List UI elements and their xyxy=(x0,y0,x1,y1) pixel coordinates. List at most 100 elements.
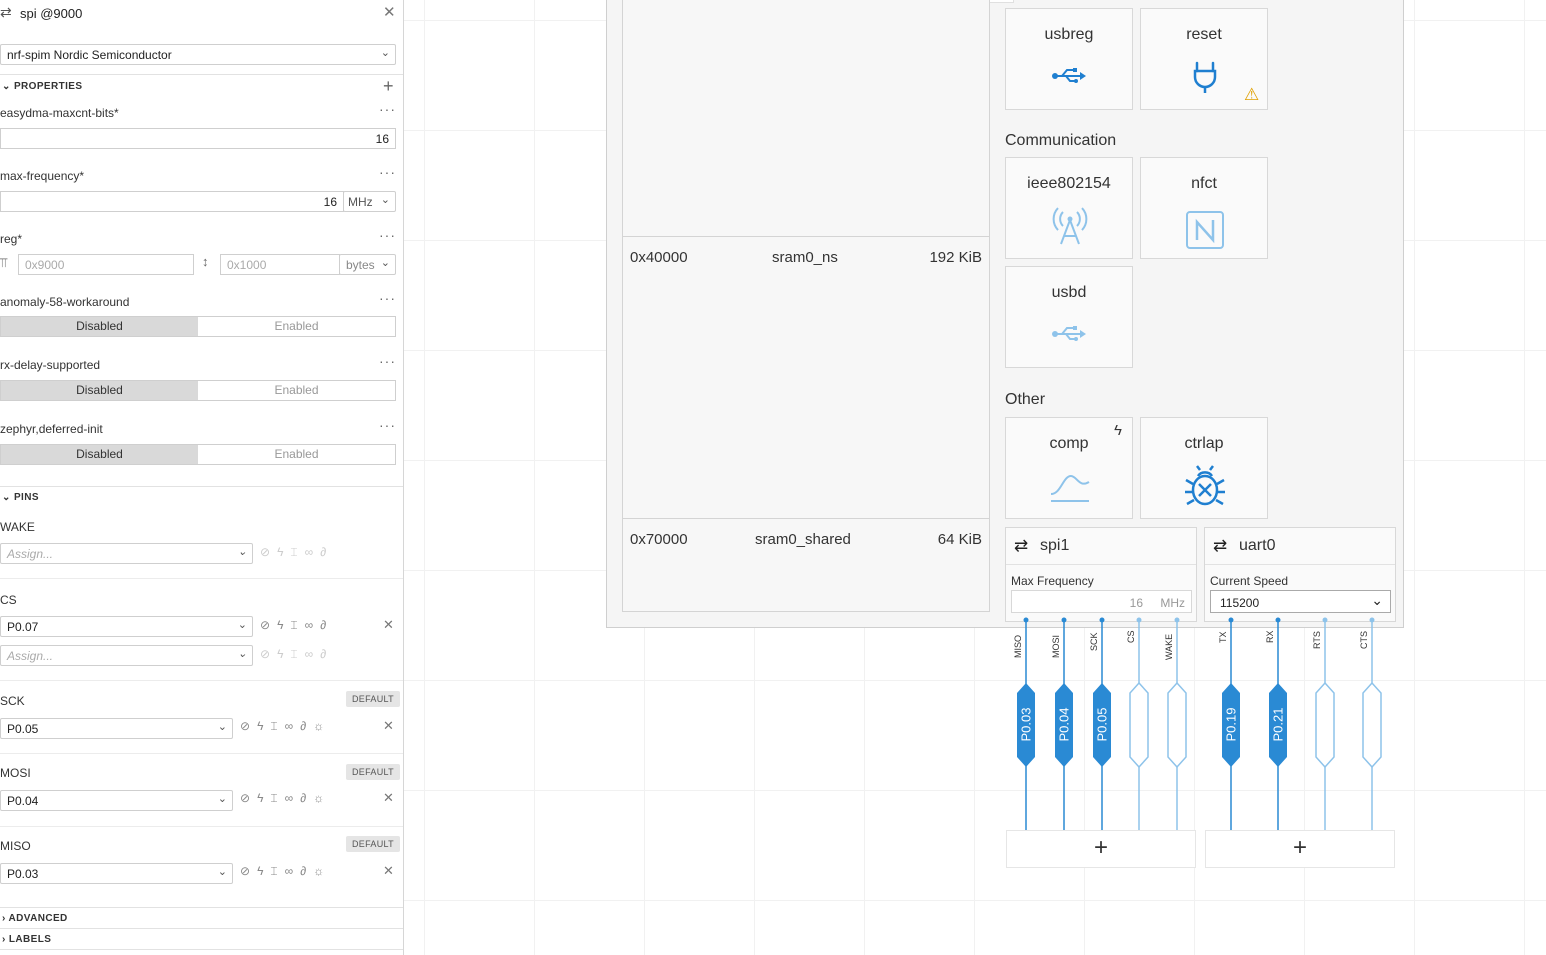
prop-label: rx-delay-supported xyxy=(0,358,101,372)
properties-section-toggle[interactable]: ⌄ PROPERTIES xyxy=(2,81,82,92)
disconnect-icon[interactable]: ⊘ xyxy=(260,647,270,662)
tile-comp[interactable]: comp ϟ xyxy=(1005,417,1133,519)
disconnect-icon[interactable]: ⊘ xyxy=(240,864,250,879)
default-badge: DEFAULT xyxy=(346,836,400,852)
drive-icon[interactable]: ∞ xyxy=(285,864,294,879)
lightning-icon[interactable]: ϟ xyxy=(277,545,283,560)
bulb-icon[interactable]: ☼ xyxy=(313,864,324,879)
pull-icon[interactable]: ⌶ xyxy=(290,618,297,633)
tile-nfct[interactable]: nfct xyxy=(1140,157,1268,259)
uart0-add-pin-button[interactable]: + xyxy=(1205,830,1395,868)
remove-pin-icon[interactable]: ✕ xyxy=(383,617,394,633)
max-frequency-input[interactable]: 16 xyxy=(0,191,344,212)
enabled-option[interactable]: Enabled xyxy=(198,317,395,336)
nfc-icon xyxy=(1186,211,1224,249)
lightning-icon[interactable]: ϟ xyxy=(277,618,283,633)
divider xyxy=(0,578,403,579)
link-icon[interactable]: ∂ xyxy=(300,791,306,806)
frequency-unit-select[interactable]: MHz ⌄ xyxy=(343,191,396,212)
link-icon[interactable]: ∂ xyxy=(300,719,306,734)
pull-icon[interactable]: ⌶ xyxy=(270,791,277,806)
link-icon[interactable]: ∂ xyxy=(300,864,306,879)
cs-pin-select[interactable]: P0.07 ⌄ xyxy=(0,616,253,637)
lightning-icon[interactable]: ϟ xyxy=(257,791,263,806)
wake-pin-select[interactable]: Assign... ⌄ xyxy=(0,543,253,564)
remove-pin-icon[interactable]: ✕ xyxy=(383,718,394,734)
pull-icon[interactable]: ⌶ xyxy=(270,864,277,879)
more-options-icon[interactable]: ··· xyxy=(379,353,396,369)
enabled-option[interactable]: Enabled xyxy=(198,445,395,464)
link-icon[interactable]: ∂ xyxy=(320,545,326,560)
memory-region-sram0-shared[interactable]: 0x70000 sram0_shared 64 KiB xyxy=(622,518,990,612)
tile-reset[interactable]: reset ⚠ xyxy=(1140,8,1268,110)
drive-icon[interactable]: ∞ xyxy=(305,618,314,633)
drive-icon[interactable]: ∞ xyxy=(285,719,294,734)
drive-icon[interactable]: ∞ xyxy=(285,791,294,806)
disconnect-icon[interactable]: ⊘ xyxy=(260,618,270,633)
tile-ctrlap[interactable]: ctrlap xyxy=(1140,417,1268,519)
swap-arrows-icon: ⇄ xyxy=(1213,536,1228,555)
remove-pin-icon[interactable]: ✕ xyxy=(383,863,394,879)
spi1-card[interactable]: ⇄ spi1 Max Frequency 16 MHz xyxy=(1005,527,1197,622)
add-property-icon[interactable]: + xyxy=(383,76,394,97)
disabled-option[interactable]: Disabled xyxy=(1,317,198,336)
pull-icon[interactable]: ⌶ xyxy=(270,719,277,734)
disconnect-icon[interactable]: ⊘ xyxy=(240,719,250,734)
pull-icon[interactable]: ⌶ xyxy=(290,545,297,560)
link-icon[interactable]: ∂ xyxy=(320,647,326,662)
more-options-icon[interactable]: ··· xyxy=(379,290,396,306)
uart0-speed-select[interactable]: 115200 ⌄ xyxy=(1210,590,1391,613)
compatible-select[interactable]: nrf-spim Nordic Semiconductor ⌄ xyxy=(0,44,396,65)
drive-icon[interactable]: ∞ xyxy=(305,545,314,560)
enabled-option[interactable]: Enabled xyxy=(198,381,395,400)
labels-section-toggle[interactable]: › LABELS xyxy=(2,934,51,945)
spi1-frequency-input[interactable]: 16 MHz xyxy=(1011,590,1192,613)
pins-section-toggle[interactable]: ⌄ PINS xyxy=(2,492,39,503)
easydma-input[interactable]: 16 xyxy=(0,128,396,149)
disabled-option[interactable]: Disabled xyxy=(1,381,198,400)
reg-address-input[interactable]: 0x9000 xyxy=(18,254,194,275)
tile-usbd[interactable]: usbd xyxy=(1005,266,1133,368)
link-icon[interactable]: ∂ xyxy=(320,618,326,633)
lightning-icon[interactable]: ϟ xyxy=(257,864,263,879)
disconnect-icon[interactable]: ⊘ xyxy=(260,545,270,560)
deferred-init-toggle[interactable]: Disabled Enabled xyxy=(0,444,396,465)
bulb-icon[interactable]: ☼ xyxy=(313,791,324,806)
pin-capsule-p019[interactable]: P0.19 xyxy=(1224,695,1239,755)
reg-size-input[interactable]: 0x1000 xyxy=(220,254,340,275)
close-panel-icon[interactable]: ✕ xyxy=(383,3,396,21)
disabled-option[interactable]: Disabled xyxy=(1,445,198,464)
pin-capsule-p004[interactable]: P0.04 xyxy=(1057,695,1072,755)
more-options-icon[interactable]: ··· xyxy=(379,417,396,433)
spi1-add-pin-button[interactable]: + xyxy=(1006,830,1196,868)
divider xyxy=(1006,564,1196,565)
uart0-card[interactable]: ⇄ uart0 Current Speed 115200 ⌄ xyxy=(1204,527,1396,622)
remove-pin-icon[interactable]: ✕ xyxy=(383,790,394,806)
advanced-section-toggle[interactable]: › ADVANCED xyxy=(2,913,68,924)
cs-pin-select-2[interactable]: Assign... ⌄ xyxy=(0,645,253,666)
lightning-icon[interactable]: ϟ xyxy=(257,719,263,734)
tile-usbreg[interactable]: usbreg xyxy=(1005,8,1133,110)
divider xyxy=(0,753,403,754)
miso-pin-select[interactable]: P0.03 ⌄ xyxy=(0,863,233,884)
pull-icon[interactable]: ⌶ xyxy=(290,647,297,662)
pin-capsule-p005[interactable]: P0.05 xyxy=(1095,695,1110,755)
bulb-icon[interactable]: ☼ xyxy=(313,719,324,734)
pin-capsule-p021[interactable]: P0.21 xyxy=(1271,695,1286,755)
sck-pin-select[interactable]: P0.05 ⌄ xyxy=(0,718,233,739)
disconnect-icon[interactable]: ⊘ xyxy=(240,791,250,806)
tile-ieee802154[interactable]: ieee802154 xyxy=(1005,157,1133,259)
lightning-icon[interactable]: ϟ xyxy=(277,647,283,662)
rx-delay-toggle[interactable]: Disabled Enabled xyxy=(0,380,396,401)
pin-capsule-p003[interactable]: P0.03 xyxy=(1019,695,1034,755)
anomaly-toggle[interactable]: Disabled Enabled xyxy=(0,316,396,337)
more-options-icon[interactable]: ··· xyxy=(379,101,396,117)
memory-region-sram0-ns[interactable]: 0x40000 sram0_ns 192 KiB xyxy=(622,236,990,518)
more-options-icon[interactable]: ··· xyxy=(379,227,396,243)
tile-name: ieee802154 xyxy=(1027,175,1111,192)
reg-unit-select[interactable]: bytes ⌄ xyxy=(339,254,396,275)
mosi-pin-select[interactable]: P0.04 ⌄ xyxy=(0,790,233,811)
drive-icon[interactable]: ∞ xyxy=(305,647,314,662)
pin-value: P0.07 xyxy=(7,620,39,634)
more-options-icon[interactable]: ··· xyxy=(379,164,396,180)
